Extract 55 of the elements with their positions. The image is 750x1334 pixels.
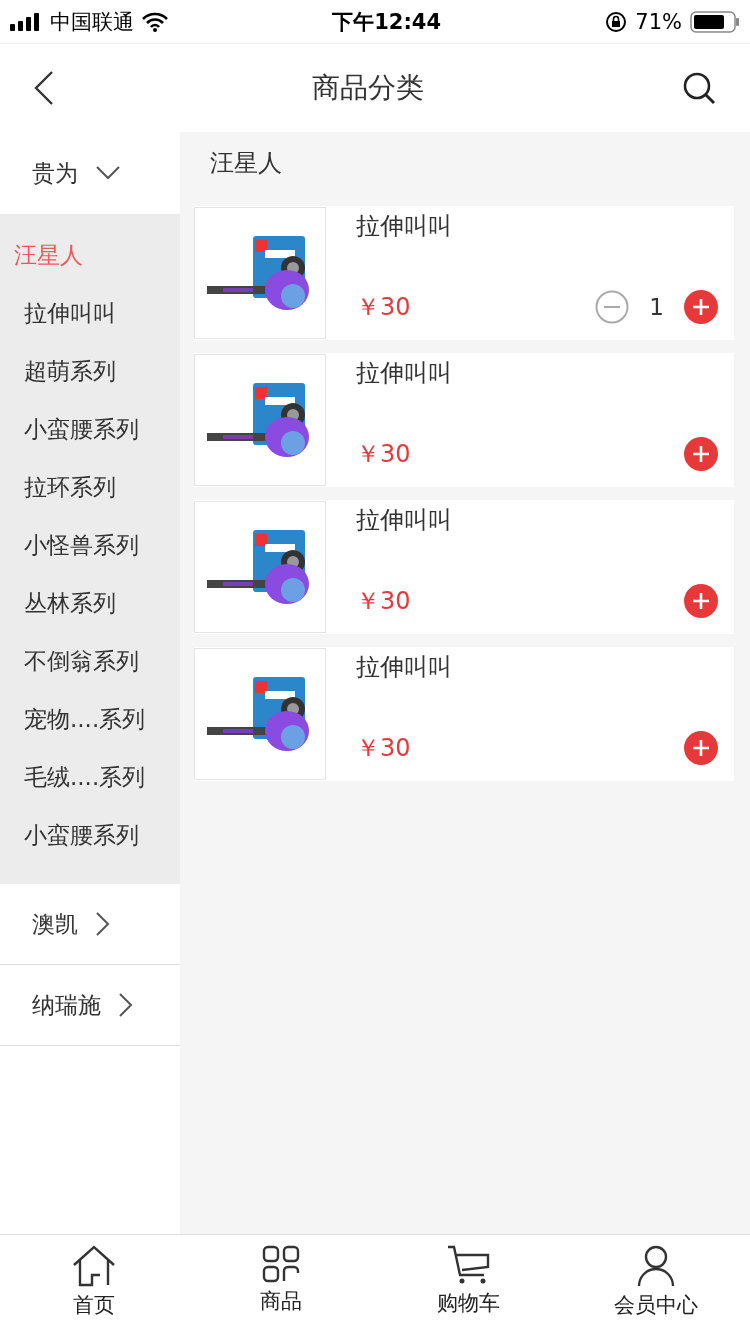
back-icon[interactable] <box>34 71 54 105</box>
product-price: ￥30 <box>356 733 411 764</box>
wifi-icon <box>142 11 168 32</box>
chevron-right-icon <box>96 912 110 936</box>
status-time: 下午12:44 <box>332 8 442 36</box>
subcategory-item[interactable]: 超萌系列 <box>0 342 180 400</box>
page-title: 商品分类 <box>312 70 424 106</box>
product-name: 拉伸叫叫 <box>356 652 452 683</box>
tab-label: 购物车 <box>437 1290 501 1317</box>
signal-icon <box>10 12 42 31</box>
battery-percent: 71% <box>635 9 682 34</box>
product-card[interactable]: 拉伸叫叫 ￥30 1 <box>194 206 734 340</box>
subcategory-item[interactable]: 宠物....系列 <box>0 690 180 748</box>
product-price: ￥30 <box>356 292 411 323</box>
user-icon <box>637 1245 676 1287</box>
product-card[interactable]: 拉伸叫叫 ￥30 <box>194 353 734 487</box>
plus-button[interactable] <box>684 731 718 765</box>
subcategory-item[interactable]: 毛绒....系列 <box>0 748 180 806</box>
subcategory-item[interactable]: 丛林系列 <box>0 574 180 632</box>
product-card[interactable]: 拉伸叫叫 ￥30 <box>194 500 734 634</box>
tab-label: 首页 <box>72 1292 115 1319</box>
grid-icon <box>262 1245 301 1283</box>
product-name: 拉伸叫叫 <box>356 211 452 242</box>
tab-item[interactable]: 首页 <box>0 1235 188 1334</box>
category-title: 汪星人 <box>209 148 283 179</box>
plus-button[interactable] <box>684 437 718 471</box>
subcategory-item[interactable]: 小蛮腰系列 <box>0 400 180 458</box>
product-price: ￥30 <box>356 586 411 617</box>
tab-label: 会员中心 <box>614 1292 699 1319</box>
subcategory-item[interactable]: 拉环系列 <box>0 458 180 516</box>
subcategory-item[interactable]: 拉伸叫叫 <box>0 284 180 342</box>
product-card[interactable]: 拉伸叫叫 ￥30 <box>194 647 734 781</box>
brand-item[interactable]: 贵为 <box>0 132 180 214</box>
product-name: 拉伸叫叫 <box>356 358 452 389</box>
plus-button[interactable] <box>684 584 718 618</box>
home-icon <box>71 1245 116 1287</box>
plus-button[interactable] <box>684 290 718 324</box>
battery-icon <box>690 10 740 33</box>
subcategory-item[interactable]: 小蛮腰系列 <box>0 806 180 864</box>
tab-item[interactable]: 会员中心 <box>562 1235 750 1334</box>
tab-item[interactable]: 购物车 <box>375 1235 563 1334</box>
chevron-right-icon <box>119 993 133 1017</box>
tab-item[interactable]: 商品 <box>187 1235 375 1334</box>
quantity-value: 1 <box>649 294 664 320</box>
carrier-name: 中国联通 <box>50 8 134 36</box>
tab-label: 商品 <box>260 1288 303 1315</box>
product-name: 拉伸叫叫 <box>356 505 452 536</box>
minus-button[interactable] <box>595 290 630 324</box>
rotation-lock-icon <box>605 10 628 33</box>
subcategory-item[interactable]: 不倒翁系列 <box>0 632 180 690</box>
search-icon[interactable] <box>682 71 716 105</box>
cart-icon <box>446 1245 491 1285</box>
product-price: ￥30 <box>356 439 411 470</box>
subcategory-item[interactable]: 小怪兽系列 <box>0 516 180 574</box>
chevron-down-icon <box>96 166 120 180</box>
